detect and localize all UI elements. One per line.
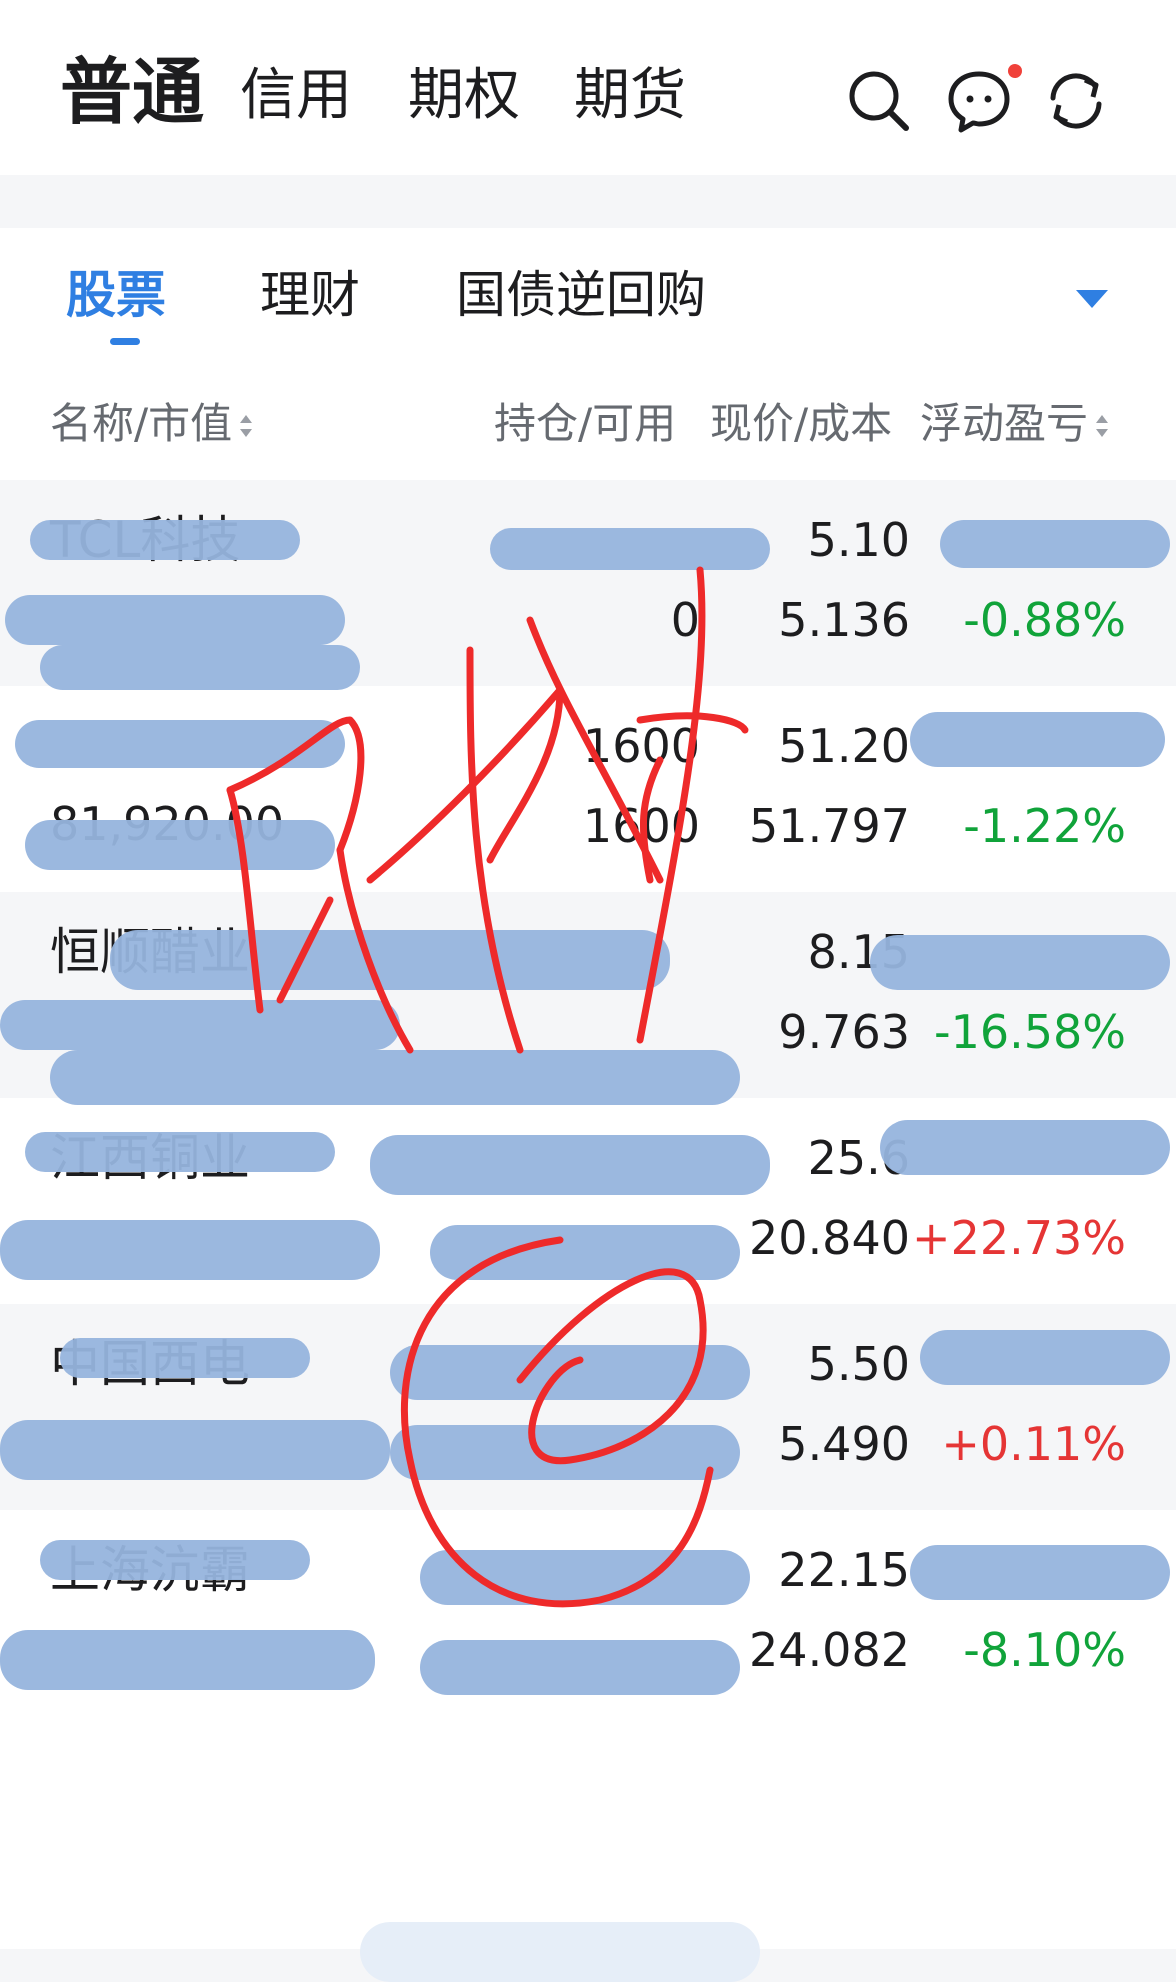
current-price: 5.10	[807, 513, 910, 567]
tab-wealth[interactable]: 理财	[260, 260, 360, 330]
notification-dot	[1008, 64, 1022, 78]
account-type-bar: 普通 信用 期权 期货	[0, 0, 1176, 175]
chevron-down-icon[interactable]	[1076, 290, 1108, 308]
header-name-mv[interactable]: 名称/市值	[50, 396, 254, 452]
pnl-percent: -0.88%	[963, 593, 1126, 647]
refresh-icon[interactable]	[1043, 68, 1109, 134]
header-pnl-label: 浮动盈亏	[920, 399, 1089, 448]
current-price: 5.50	[807, 1337, 910, 1391]
search-icon[interactable]	[846, 68, 912, 134]
cost-price: 24.082	[749, 1623, 910, 1677]
available-qty: 0	[670, 593, 700, 647]
tab-options[interactable]: 期权	[408, 56, 520, 136]
chat-icon[interactable]	[946, 68, 1012, 134]
cost-price: 5.136	[778, 593, 910, 647]
cost-price: 51.797	[749, 799, 910, 853]
position-qty: 1600	[582, 719, 700, 773]
header-price: 现价/成本	[710, 399, 893, 448]
current-price: 51.20	[778, 719, 910, 773]
bottom-action-pill[interactable]	[360, 1922, 760, 1982]
available-qty: 1600	[582, 799, 700, 853]
header-name-label: 名称/市值	[50, 399, 233, 448]
pnl-percent: +22.73%	[912, 1211, 1126, 1265]
header-pnl[interactable]: 浮动盈亏	[920, 396, 1110, 452]
cost-price: 9.763	[778, 1005, 910, 1059]
active-tab-indicator	[110, 338, 140, 345]
cost-price: 20.840	[749, 1211, 910, 1265]
pnl-percent: -8.10%	[963, 1623, 1126, 1677]
pnl-percent: +0.11%	[941, 1417, 1126, 1471]
tab-stocks[interactable]: 股票	[66, 260, 166, 330]
header-position: 持仓/可用	[494, 399, 677, 448]
pnl-percent: -1.22%	[963, 799, 1126, 853]
tab-normal[interactable]: 普通	[60, 52, 204, 132]
current-price: 22.15	[778, 1543, 910, 1597]
cost-price: 5.490	[778, 1417, 910, 1471]
tab-futures[interactable]: 期货	[574, 56, 686, 136]
tab-credit[interactable]: 信用	[240, 56, 352, 136]
sort-icon[interactable]	[238, 409, 254, 445]
pnl-percent: -16.58%	[934, 1005, 1126, 1059]
sort-icon[interactable]	[1094, 409, 1110, 445]
tab-reverse-repo[interactable]: 国债逆回购	[456, 260, 706, 330]
